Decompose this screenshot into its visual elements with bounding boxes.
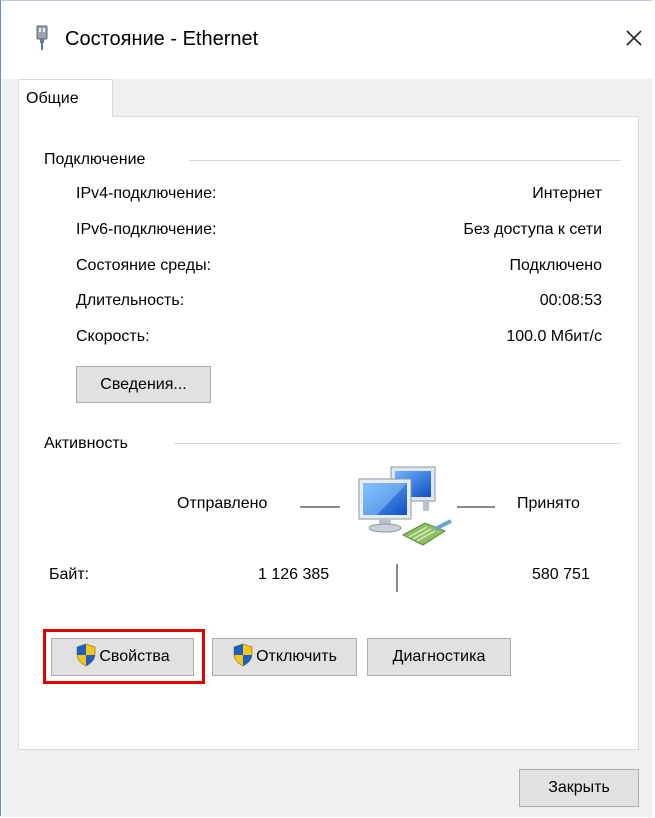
connection-group-header: Подключение [44, 151, 146, 168]
close-icon[interactable] [619, 23, 649, 53]
disable-button[interactable]: Отключить [212, 638, 357, 676]
close-button-label: Закрыть [548, 779, 610, 796]
details-button[interactable]: Сведения... [76, 366, 211, 403]
activity-group-divider [174, 443, 621, 444]
details-button-label: Сведения... [100, 375, 187, 393]
tab-general-label: Общие [26, 90, 79, 107]
duration-label: Длительность: [76, 292, 185, 309]
ipv6-label: IPv6-подключение: [76, 221, 217, 238]
bytes-divider [396, 564, 398, 592]
title-bar[interactable]: Состояние - Ethernet [1, 1, 652, 79]
speed-value: 100.0 Мбит/с [506, 328, 602, 345]
media-state-label: Состояние среды: [76, 257, 212, 274]
uac-shield-icon [232, 643, 254, 672]
bytes-label: Байт: [49, 566, 90, 583]
close-button[interactable]: Закрыть [519, 769, 639, 807]
speed-label: Скорость: [76, 328, 150, 345]
bytes-sent-value: 1 126 385 [258, 566, 330, 583]
media-state-value: Подключено [509, 257, 602, 274]
activity-group-header: Активность [44, 435, 129, 452]
ethernet-adapter-icon [34, 25, 50, 56]
diagnose-button[interactable]: Диагностика [367, 638, 511, 676]
sent-line [300, 506, 340, 508]
tab-general[interactable]: Общие [18, 79, 113, 117]
ipv6-value: Без доступа к сети [463, 221, 602, 238]
properties-highlight-box [43, 629, 205, 684]
bytes-received-value: 580 751 [532, 566, 590, 583]
connection-group-divider [189, 160, 621, 161]
window-title: Состояние - Ethernet [65, 28, 259, 50]
ipv4-value: Интернет [532, 185, 602, 202]
ipv4-label: IPv4-подключение: [76, 185, 217, 202]
sent-label: Отправлено [177, 495, 268, 512]
network-computers-icon [355, 461, 455, 562]
duration-value: 00:08:53 [539, 292, 602, 309]
received-label: Принято [517, 495, 580, 512]
diagnose-button-label: Диагностика [392, 648, 486, 665]
status-dialog: Состояние - Ethernet Общие Подключение I… [0, 0, 652, 817]
disable-button-label: Отключить [256, 648, 337, 665]
received-line [457, 506, 495, 508]
